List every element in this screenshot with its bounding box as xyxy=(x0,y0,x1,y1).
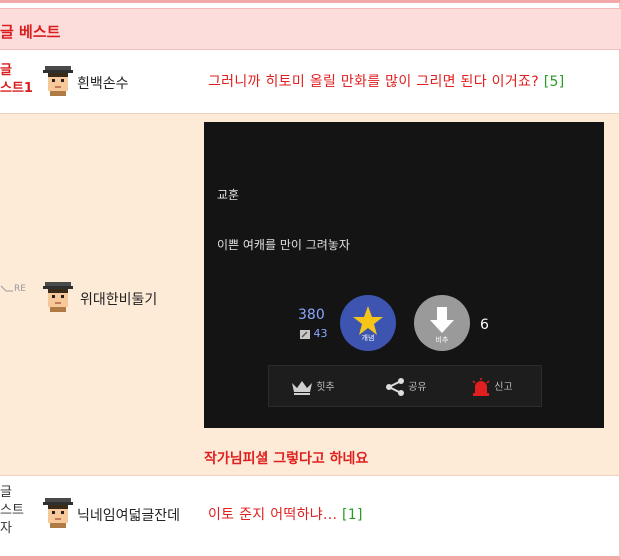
avatar-icon[interactable] xyxy=(43,64,73,96)
reply-row: RE 위대한비둘기 교훈 이쁜 여캐를 만이 그려놓자 380 43 개념 비추… xyxy=(0,114,619,476)
avatar-icon[interactable] xyxy=(43,496,73,528)
rank-line: 스트1 xyxy=(0,81,33,96)
nickname-link[interactable]: 흰백손수 xyxy=(77,73,129,93)
upvote-count: 380 xyxy=(298,307,325,323)
comic-action-bar: 힛추 공유 신고 xyxy=(268,365,542,407)
best-rank-label: 글 스트1 xyxy=(0,62,33,98)
upvote-subcount-value: 43 xyxy=(313,327,328,340)
rank-line: 글 xyxy=(0,485,12,500)
comic-image[interactable]: 교훈 이쁜 여캐를 만이 그려놓자 380 43 개념 비추 6 힛추 공유 신… xyxy=(204,122,604,428)
reply-comment-text: 작가님피셜 그렇다고 하네요 xyxy=(204,451,369,467)
siren-icon xyxy=(472,378,490,396)
comment-body: 이토 준지 어떡하냐... xyxy=(208,507,338,523)
comment-row: 글 스트 자 닉네임여덟글잔데 이토 준지 어떡하냐... [1] xyxy=(0,476,619,552)
action-label: 신고 xyxy=(494,382,513,393)
crown-icon xyxy=(292,381,312,395)
nickname-link[interactable]: 닉네임여덟글잔데 xyxy=(77,505,180,525)
report-button[interactable]: 신고 xyxy=(471,378,513,396)
share-button[interactable]: 공유 xyxy=(385,378,427,396)
action-label: 공유 xyxy=(408,382,427,393)
reply-count[interactable]: [5] xyxy=(544,74,565,90)
pencil-icon xyxy=(300,329,310,339)
comment-body: 그러니까 히토미 올릴 만화를 많이 그리면 된다 이거죠? xyxy=(208,74,539,90)
upvote-label: 개념 xyxy=(361,334,375,342)
reply-arrow-icon: RE xyxy=(0,284,26,294)
header-title: 글 베스트 xyxy=(0,23,61,41)
rank-line: 자 xyxy=(0,521,12,536)
action-label: 힛추 xyxy=(316,382,335,393)
comment-row: 글 스트1 흰백손수 그러니까 히토미 올릴 만화를 많이 그리면 된다 이거죠… xyxy=(0,50,619,114)
downvote-label: 비추 xyxy=(435,336,449,344)
upvote-button[interactable]: 개념 xyxy=(340,295,396,351)
avatar-icon[interactable] xyxy=(43,280,73,312)
rank-line: 글 xyxy=(0,63,12,78)
share-icon xyxy=(386,378,404,396)
best-rank-label: 글 스트 자 xyxy=(0,484,24,538)
hit-button[interactable]: 힛추 xyxy=(291,378,335,395)
upvote-subcount: 43 xyxy=(300,327,328,340)
comic-text-line: 교훈 xyxy=(217,188,240,202)
downvote-button[interactable]: 비추 xyxy=(414,295,470,351)
nickname-link[interactable]: 위대한비둘기 xyxy=(80,289,157,309)
comic-text-line: 이쁜 여캐를 만이 그려놓자 xyxy=(217,238,350,252)
best-comments-header: 글 베스트 xyxy=(0,8,621,50)
reply-count[interactable]: [1] xyxy=(342,507,363,523)
comment-text: 그러니까 히토미 올릴 만화를 많이 그리면 된다 이거죠? [5] xyxy=(208,71,564,91)
downvote-count: 6 xyxy=(480,317,489,333)
rank-line: 스트 xyxy=(0,503,24,518)
reply-mark-label: RE xyxy=(14,284,26,294)
comment-text: 이토 준지 어떡하냐... [1] xyxy=(208,504,363,524)
